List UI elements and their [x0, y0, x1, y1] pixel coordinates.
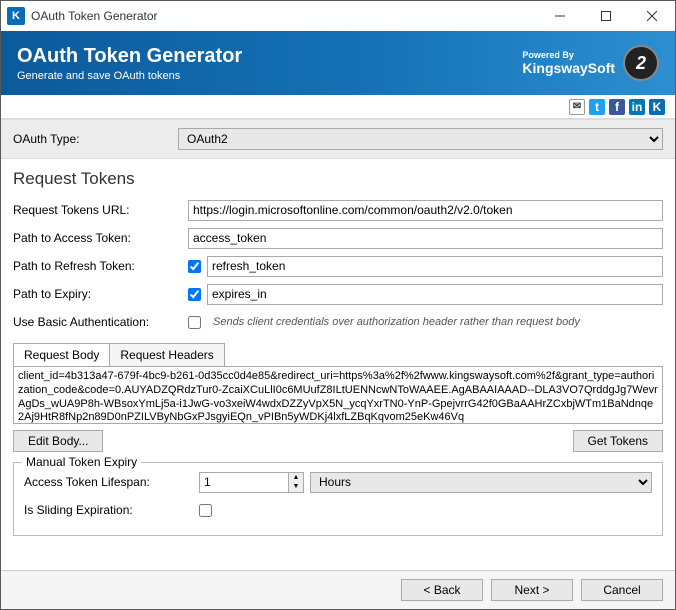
cancel-button[interactable]: Cancel: [581, 579, 663, 601]
lifespan-spinner: ▲ ▼: [289, 472, 304, 493]
refresh-token-label: Path to Refresh Token:: [13, 259, 188, 273]
app-window: K OAuth Token Generator OAuth Token Gene…: [0, 0, 676, 610]
window-title: OAuth Token Generator: [31, 9, 537, 23]
access-token-label: Path to Access Token:: [13, 231, 188, 245]
access-token-input[interactable]: [188, 228, 663, 249]
facebook-icon[interactable]: f: [609, 99, 625, 115]
back-button[interactable]: < Back: [401, 579, 483, 601]
expiry-input[interactable]: [207, 284, 663, 305]
oauth-type-label: OAuth Type:: [13, 132, 178, 146]
sliding-label: Is Sliding Expiration:: [24, 503, 199, 517]
content-area: Request Tokens Request Tokens URL: Path …: [1, 159, 675, 570]
lifespan-row: Access Token Lifespan: ▲ ▼ Hours: [24, 471, 652, 493]
kingswaysoft-logo: Powered By KingswaySoft: [522, 51, 615, 76]
basic-auth-label: Use Basic Authentication:: [13, 315, 188, 329]
basic-auth-checkbox[interactable]: [188, 316, 201, 329]
minimize-button[interactable]: [537, 1, 583, 31]
expiry-checkbox[interactable]: [188, 288, 201, 301]
close-button[interactable]: [629, 1, 675, 31]
tab-request-headers[interactable]: Request Headers: [109, 343, 224, 366]
titlebar: K OAuth Token Generator: [1, 1, 675, 31]
banner-subtitle: Generate and save OAuth tokens: [17, 70, 522, 82]
twitter-icon[interactable]: t: [589, 99, 605, 115]
get-tokens-button[interactable]: Get Tokens: [573, 430, 663, 452]
banner-text: OAuth Token Generator Generate and save …: [17, 45, 522, 82]
logo-text: KingswaySoft: [522, 60, 615, 76]
section-title: Request Tokens: [13, 169, 663, 189]
refresh-token-checkbox[interactable]: [188, 260, 201, 273]
access-token-row: Path to Access Token:: [13, 227, 663, 249]
lifespan-unit-select[interactable]: Hours: [310, 472, 652, 493]
powered-by-text: Powered By: [522, 51, 615, 60]
linkedin-icon[interactable]: in: [629, 99, 645, 115]
refresh-token-row: Path to Refresh Token:: [13, 255, 663, 277]
tab-request-body[interactable]: Request Body: [13, 343, 110, 366]
body-buttons-row: Edit Body... Get Tokens: [13, 430, 663, 452]
sliding-row: Is Sliding Expiration:: [24, 499, 652, 521]
mail-icon[interactable]: ✉: [569, 99, 585, 115]
maximize-button[interactable]: [583, 1, 629, 31]
expiry-row: Path to Expiry:: [13, 283, 663, 305]
request-body-textarea[interactable]: client_id=4b313a47-679f-4bc9-b261-0d35cc…: [13, 366, 663, 424]
footer-buttons: < Back Next > Cancel: [1, 570, 675, 609]
oauth-type-row: OAuth Type: OAuth2: [1, 119, 675, 159]
lifespan-label: Access Token Lifespan:: [24, 475, 199, 489]
basic-auth-row: Use Basic Authentication: Sends client c…: [13, 311, 663, 333]
tab-strip: Request Body Request Headers: [13, 343, 663, 366]
request-url-row: Request Tokens URL:: [13, 199, 663, 221]
oauth-type-select[interactable]: OAuth2: [178, 128, 663, 150]
request-url-label: Request Tokens URL:: [13, 203, 188, 217]
lifespan-up-button[interactable]: ▲: [289, 473, 303, 483]
version-badge: 2: [623, 45, 659, 81]
header-banner: OAuth Token Generator Generate and save …: [1, 31, 675, 95]
social-bar: ✉ t f in K: [1, 95, 675, 119]
kingsway-icon[interactable]: K: [649, 99, 665, 115]
lifespan-input[interactable]: [199, 472, 289, 493]
app-icon: K: [7, 7, 25, 25]
expiry-label: Path to Expiry:: [13, 287, 188, 301]
request-url-input[interactable]: [188, 200, 663, 221]
sliding-checkbox[interactable]: [199, 504, 212, 517]
manual-expiry-fieldset: Manual Token Expiry Access Token Lifespa…: [13, 462, 663, 536]
banner-logos: Powered By KingswaySoft 2: [522, 45, 659, 81]
basic-auth-help: Sends client credentials over authorizat…: [213, 316, 580, 328]
manual-expiry-legend: Manual Token Expiry: [22, 455, 141, 469]
edit-body-button[interactable]: Edit Body...: [13, 430, 103, 452]
lifespan-down-button[interactable]: ▼: [289, 482, 303, 492]
banner-title: OAuth Token Generator: [17, 45, 522, 68]
refresh-token-input[interactable]: [207, 256, 663, 277]
next-button[interactable]: Next >: [491, 579, 573, 601]
window-controls: [537, 1, 675, 31]
